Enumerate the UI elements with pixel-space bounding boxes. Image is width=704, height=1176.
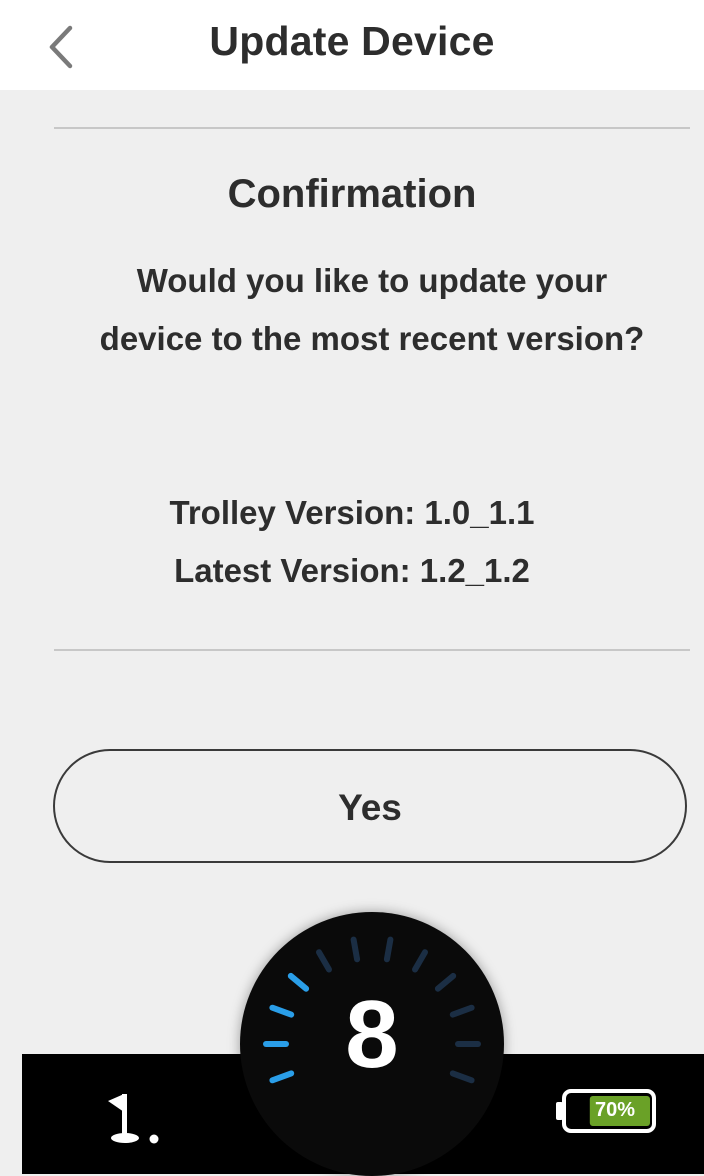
yes-button-label: Yes	[338, 787, 402, 828]
battery-percentage: 70%	[594, 1099, 636, 1121]
golf-flag-icon[interactable]	[104, 1088, 164, 1148]
latest-version: Latest Version: 1.2_1.2	[174, 552, 530, 589]
dial-tick	[383, 936, 394, 963]
dial-tick	[412, 949, 428, 973]
dial-widget[interactable]: 8	[240, 912, 504, 1176]
page-title: Update Device	[209, 18, 495, 64]
header: Update Device	[0, 0, 704, 90]
confirmation-title: Confirmation	[227, 172, 477, 216]
trolley-version: Trolley Version: 1.0_1.1	[169, 494, 535, 531]
bottom-divider	[54, 649, 690, 651]
confirmation-question: Would you like to update your device to …	[99, 262, 645, 357]
dial-tick	[316, 949, 332, 973]
dial-tick	[350, 936, 361, 963]
top-divider	[54, 127, 690, 129]
dial-value: 8	[345, 981, 399, 1088]
yes-button[interactable]: Yes	[53, 749, 687, 863]
